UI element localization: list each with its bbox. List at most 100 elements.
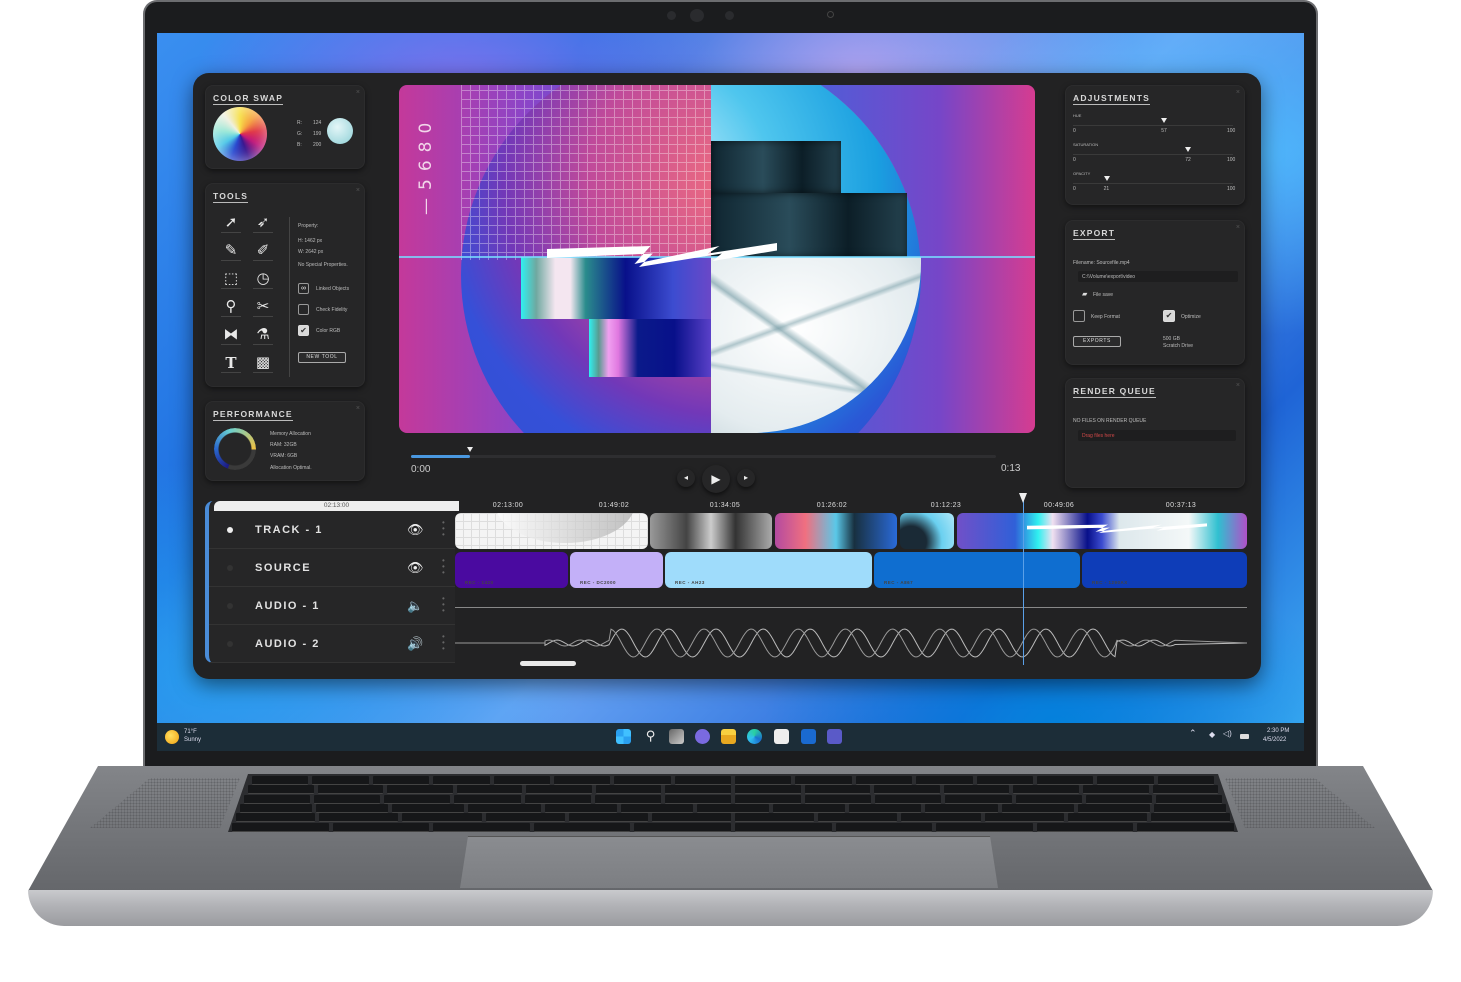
source-clip[interactable]: REC - 1290AX xyxy=(1082,552,1247,588)
color-swatch[interactable] xyxy=(327,118,353,144)
optimize-checkbox[interactable]: ✔ xyxy=(1163,310,1175,322)
eyedropper-icon[interactable]: ⚗ xyxy=(253,325,273,345)
weather-temp[interactable]: 71°F xyxy=(184,729,197,736)
previous-frame-button[interactable]: ◂ xyxy=(677,469,695,487)
track-row[interactable]: SOURCE 👁 • • • xyxy=(209,550,455,587)
close-icon[interactable]: × xyxy=(356,405,360,412)
eye-icon[interactable]: 👁 xyxy=(407,522,424,538)
speaker-loud-icon[interactable]: 🔊 xyxy=(407,636,423,652)
close-icon[interactable]: × xyxy=(1236,89,1240,96)
gradient-icon[interactable]: ▩ xyxy=(253,353,273,373)
track-select-dot[interactable] xyxy=(227,603,233,609)
close-icon[interactable]: × xyxy=(1236,224,1240,231)
store-icon[interactable] xyxy=(774,729,789,744)
start-icon[interactable] xyxy=(616,729,631,744)
video-clip[interactable] xyxy=(455,513,648,549)
color-rgb-checkbox[interactable]: ✔ xyxy=(298,325,309,336)
source-clip[interactable]: REC - DC2000 xyxy=(570,552,663,588)
scissors-icon[interactable]: ✂ xyxy=(253,297,273,317)
next-frame-button[interactable]: ▸ xyxy=(737,469,755,487)
source-clip[interactable]: REC - AH23 xyxy=(665,552,872,588)
arrow-select-icon[interactable]: ➚ xyxy=(221,213,241,233)
drag-handle-icon[interactable]: • • • xyxy=(442,557,445,577)
close-icon[interactable]: × xyxy=(1236,382,1240,389)
outlook-icon[interactable] xyxy=(801,729,816,744)
source-clip[interactable]: REC - 1420 xyxy=(455,552,568,588)
track-row[interactable]: TRACK - 1 👁 • • • xyxy=(209,512,455,549)
file-explorer-icon[interactable] xyxy=(721,729,736,744)
file-save-link[interactable]: File save xyxy=(1093,292,1113,298)
clock-date[interactable]: 4/5/2022 xyxy=(1263,737,1286,744)
linked-objects-checkbox[interactable]: ∞ xyxy=(298,283,309,294)
direct-select-icon[interactable]: ➶ xyxy=(253,213,273,233)
touchpad[interactable] xyxy=(460,836,998,888)
text-icon[interactable]: T xyxy=(221,353,241,373)
keyboard-key xyxy=(734,822,832,832)
keyboard-key xyxy=(945,794,1012,804)
video-clip[interactable] xyxy=(957,513,1247,549)
drag-handle-icon[interactable]: • • • xyxy=(442,633,445,653)
source-clip[interactable]: REC - A867 xyxy=(874,552,1080,588)
video-preview[interactable]: —5680 xyxy=(399,85,1035,433)
drag-handle-icon[interactable]: • • • xyxy=(442,595,445,615)
exports-button[interactable]: EXPORTS xyxy=(1073,336,1121,347)
eye-icon[interactable]: 👁 xyxy=(407,560,424,576)
weather-sun-icon[interactable] xyxy=(165,730,179,744)
drag-handle-icon[interactable]: • • • xyxy=(442,519,445,539)
chat-icon[interactable] xyxy=(695,729,710,744)
keyboard-key xyxy=(524,794,591,804)
timeline-playhead[interactable] xyxy=(1018,493,1027,665)
keyboard-row xyxy=(228,794,1238,804)
teams-icon[interactable] xyxy=(827,729,842,744)
timeline-scrollbar[interactable] xyxy=(520,661,576,666)
crop-icon[interactable]: ⬚ xyxy=(221,269,241,289)
slider-thumb[interactable] xyxy=(1103,176,1110,181)
speaker-icon[interactable]: 🔈 xyxy=(407,598,423,614)
color-wheel[interactable] xyxy=(213,107,267,161)
pencil-icon[interactable]: ✎ xyxy=(221,241,241,261)
track-select-dot[interactable] xyxy=(227,641,233,647)
check-fidelity-checkbox[interactable] xyxy=(298,304,309,315)
new-tool-button[interactable]: NEW TOOL xyxy=(298,352,346,363)
video-clip[interactable] xyxy=(775,513,897,549)
keep-format-checkbox[interactable] xyxy=(1073,310,1085,322)
windows-taskbar: 71°F Sunny ⚲ ⌃ ◆ ◁) 2:30 PM 4/5/2022 xyxy=(157,723,1304,751)
zoom-icon[interactable]: ⚲ xyxy=(221,297,241,317)
video-clip[interactable] xyxy=(650,513,772,549)
wifi-icon[interactable]: ◆ xyxy=(1209,731,1215,739)
folder-icon[interactable]: ▰ xyxy=(1082,290,1087,298)
render-queue-dropzone[interactable]: Drag files here xyxy=(1078,430,1236,441)
task-view-icon[interactable] xyxy=(669,729,684,744)
slider-thumb[interactable] xyxy=(1185,147,1192,152)
search-icon[interactable]: ⚲ xyxy=(643,729,658,744)
preview-right-half xyxy=(711,85,1035,433)
slider-track[interactable] xyxy=(1073,183,1233,184)
video-clip[interactable] xyxy=(900,513,954,549)
slider-track[interactable] xyxy=(1073,154,1233,155)
battery-icon[interactable] xyxy=(1240,734,1249,739)
panel-title: PERFORMANCE xyxy=(213,409,293,421)
track-row[interactable]: AUDIO - 1 🔈 • • • xyxy=(209,588,455,625)
export-path-input[interactable]: C:\\Volume\export\video xyxy=(1078,271,1238,282)
slider-thumb[interactable] xyxy=(1161,118,1168,123)
playback-scrubber[interactable] xyxy=(411,447,996,458)
clock-time[interactable]: 2:30 PM xyxy=(1267,728,1289,735)
track-select-dot[interactable] xyxy=(227,527,233,533)
close-icon[interactable]: × xyxy=(356,187,360,194)
play-button[interactable]: ▶ xyxy=(702,465,730,493)
track-name: SOURCE xyxy=(255,562,312,574)
r-value: 124 xyxy=(313,120,322,126)
volume-icon[interactable]: ◁) xyxy=(1223,730,1232,738)
weather-desc[interactable]: Sunny xyxy=(184,737,201,744)
brush-icon[interactable]: ✐ xyxy=(253,241,273,261)
slider-track[interactable] xyxy=(1073,125,1233,126)
rotate-icon[interactable]: ◷ xyxy=(253,269,273,289)
scrubber-handle[interactable] xyxy=(466,447,473,452)
track-row[interactable]: AUDIO - 2 🔊 • • • xyxy=(209,626,455,663)
flip-icon[interactable]: ⧓ xyxy=(221,325,241,345)
show-hidden-icons-icon[interactable]: ⌃ xyxy=(1189,729,1197,738)
track-select-dot[interactable] xyxy=(227,565,233,571)
webcam-icon xyxy=(690,9,704,22)
edge-icon[interactable] xyxy=(747,729,762,744)
close-icon[interactable]: × xyxy=(356,89,360,96)
